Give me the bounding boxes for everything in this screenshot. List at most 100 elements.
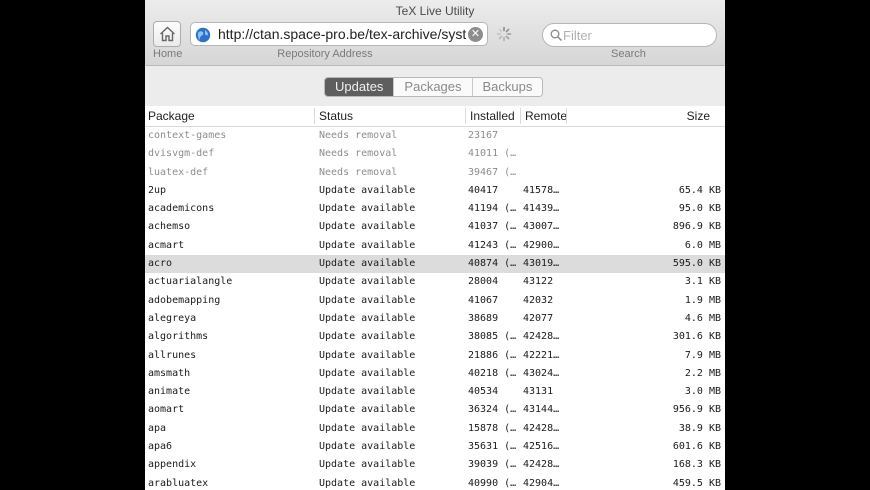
table-row[interactable]: apa Update available 15878 (… 42428… 38.9 KB bbox=[145, 420, 725, 438]
tab-packages[interactable]: Packages bbox=[393, 78, 472, 96]
view-switcher-bar: Updates Packages Backups bbox=[145, 66, 725, 107]
cell-size: 896.9 KB bbox=[672, 221, 721, 233]
cell-status: Needs removal bbox=[319, 166, 398, 178]
table-row[interactable]: algorithms Update available 38085 (… 42428…… bbox=[145, 328, 725, 346]
cell-installed: 15878 (… bbox=[468, 422, 517, 434]
cell-size: 595.0 KB bbox=[672, 258, 721, 270]
cell-package: appendix bbox=[148, 459, 197, 471]
cell-remote: 43019… bbox=[523, 258, 560, 270]
tab-backups[interactable]: Backups bbox=[471, 78, 543, 96]
cell-remote: 43007… bbox=[523, 221, 560, 233]
cell-size: 1.9 MB bbox=[684, 294, 721, 306]
cell-remote: 42428… bbox=[523, 459, 560, 471]
cell-remote: 43131 bbox=[523, 386, 554, 398]
cell-installed: 41194 (… bbox=[468, 203, 517, 215]
cell-size: 95.0 KB bbox=[678, 203, 721, 215]
column-divider[interactable] bbox=[520, 108, 521, 124]
cell-remote: 43024… bbox=[523, 367, 560, 379]
column-divider[interactable] bbox=[566, 108, 567, 124]
table-row[interactable]: alegreya Update available 38689 42077 4.6 MB bbox=[145, 310, 725, 328]
table-row[interactable]: allrunes Update available 21886 (… 42221… 7.… bbox=[145, 347, 725, 365]
toolbar: TeX Live Utility Home http://ctan.space-… bbox=[145, 0, 725, 66]
tab-updates[interactable]: Updates bbox=[325, 78, 394, 96]
column-header-remote[interactable]: Remote bbox=[525, 109, 567, 123]
column-header-size[interactable]: Size bbox=[687, 109, 710, 123]
table-row[interactable]: achemso Update available 41037 (… 43007… 896… bbox=[145, 218, 725, 236]
cell-status: Update available bbox=[319, 422, 416, 434]
cell-installed: 38689 bbox=[468, 312, 499, 324]
cell-status: Update available bbox=[319, 221, 416, 233]
cell-remote: 42077 bbox=[523, 312, 554, 324]
repository-address-label: Repository Address bbox=[277, 48, 373, 60]
cell-installed: 35631 (… bbox=[468, 441, 517, 453]
cell-status: Update available bbox=[319, 349, 416, 361]
cell-status: Update available bbox=[319, 276, 416, 288]
cell-status: Update available bbox=[319, 239, 416, 251]
table-row[interactable]: animate Update available 40534 43131 3.0 MB bbox=[145, 383, 725, 401]
column-header-installed[interactable]: Installed bbox=[470, 109, 515, 123]
cell-status: Update available bbox=[319, 459, 416, 471]
cell-installed: 41067 bbox=[468, 294, 499, 306]
table-row[interactable]: appendix Update available 39039 (… 42428… 16… bbox=[145, 456, 725, 474]
column-divider[interactable] bbox=[465, 108, 466, 124]
cell-size: 601.6 KB bbox=[672, 441, 721, 453]
cell-installed: 41243 (… bbox=[468, 239, 517, 251]
clear-address-icon[interactable]: ✕ bbox=[468, 27, 483, 42]
view-segmented-control: Updates Packages Backups bbox=[324, 77, 544, 97]
cell-installed: 41037 (… bbox=[468, 221, 517, 233]
updates-table: Package Status Installed Remote Size con… bbox=[145, 106, 725, 490]
cell-remote: 42428… bbox=[523, 422, 560, 434]
table-row[interactable]: amsmath Update available 40218 (… 43024… 2.2… bbox=[145, 365, 725, 383]
table-row[interactable]: aomart Update available 36324 (… 43144… 956.… bbox=[145, 401, 725, 419]
column-divider[interactable] bbox=[314, 108, 315, 124]
cell-package: arabluatex bbox=[148, 477, 209, 489]
cell-status: Update available bbox=[319, 203, 416, 215]
table-row[interactable]: luatex-def Needs removal 39467 (… bbox=[145, 164, 725, 182]
cell-remote: 42904… bbox=[523, 477, 560, 489]
table-row[interactable]: acro Update available 40874 (… 43019… 595.0 … bbox=[145, 255, 725, 274]
cell-status: Update available bbox=[319, 294, 416, 306]
table-row[interactable]: acmart Update available 41243 (… 42900… 6.0 … bbox=[145, 237, 725, 255]
cell-package: adobemapping bbox=[148, 294, 221, 306]
table-row[interactable]: actuarialangle Update available 28004 43122… bbox=[145, 273, 725, 291]
table-row[interactable]: adobemapping Update available 41067 42032 1.… bbox=[145, 292, 725, 310]
repository-address-field[interactable]: http://ctan.space-pro.be/tex-archive/sys… bbox=[190, 22, 488, 46]
home-button[interactable] bbox=[153, 21, 181, 47]
cell-size: 4.6 MB bbox=[684, 312, 721, 324]
cell-package: apa6 bbox=[148, 441, 173, 453]
search-field[interactable] bbox=[542, 23, 717, 47]
cell-package: luatex-def bbox=[148, 166, 209, 178]
cell-package: acmart bbox=[148, 239, 185, 251]
table-body: context-games Needs removal 23167 dvisvgm-d… bbox=[145, 127, 725, 490]
cell-size: 7.9 MB bbox=[684, 349, 721, 361]
cell-package: aomart bbox=[148, 404, 185, 416]
cell-installed: 41011 (… bbox=[468, 148, 517, 160]
loading-spinner-icon bbox=[496, 26, 512, 42]
search-input[interactable] bbox=[563, 27, 703, 43]
cell-package: apa bbox=[148, 422, 167, 434]
table-row[interactable]: context-games Needs removal 23167 bbox=[145, 127, 725, 145]
cell-package: amsmath bbox=[148, 367, 191, 379]
cell-installed: 40218 (… bbox=[468, 367, 517, 379]
column-header-status[interactable]: Status bbox=[319, 109, 353, 123]
cell-size: 3.0 MB bbox=[684, 386, 721, 398]
cell-remote: 43122 bbox=[523, 276, 554, 288]
cell-package: actuarialangle bbox=[148, 276, 233, 288]
cell-package: context-games bbox=[148, 130, 227, 141]
cell-remote: 42428… bbox=[523, 331, 560, 343]
app-window: TeX Live Utility Home http://ctan.space-… bbox=[145, 0, 725, 490]
cell-installed: 23167 bbox=[468, 130, 499, 141]
table-row[interactable]: academicons Update available 41194 (… 41439… bbox=[145, 200, 725, 218]
table-row[interactable]: dvisvgm-def Needs removal 41011 (… bbox=[145, 145, 725, 163]
table-row[interactable]: apa6 Update available 35631 (… 42516… 601.6 … bbox=[145, 438, 725, 456]
cell-package: algorithms bbox=[148, 331, 209, 343]
cell-remote: 42221… bbox=[523, 349, 560, 361]
home-icon bbox=[160, 26, 175, 42]
column-header-package[interactable]: Package bbox=[148, 109, 195, 123]
cell-remote: 42032 bbox=[523, 294, 554, 306]
cell-size: 2.2 MB bbox=[684, 367, 721, 379]
cell-size: 956.9 KB bbox=[672, 404, 721, 416]
table-row[interactable]: 2up Update available 40417 41578… 65.4 KB bbox=[145, 182, 725, 200]
table-row[interactable]: arabluatex Update available 40990 (… 42904…… bbox=[145, 475, 725, 490]
cell-size: 168.3 KB bbox=[672, 459, 721, 471]
